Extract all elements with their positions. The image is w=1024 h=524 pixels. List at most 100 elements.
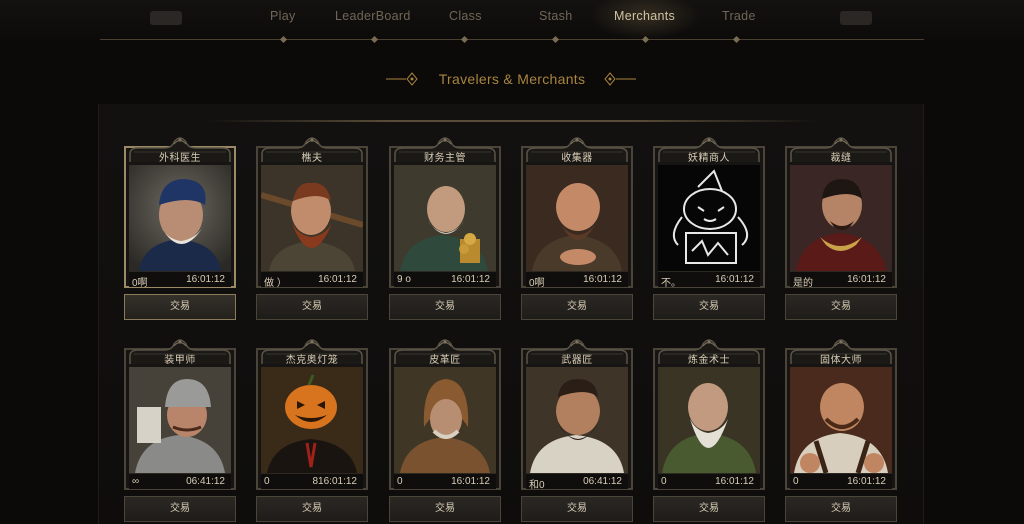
card-info-bar: 不。 16:01:12: [658, 271, 760, 289]
card-info-bar: 0 16:01:12: [790, 473, 892, 489]
nav-right-button[interactable]: [840, 11, 872, 25]
surgeon-portrait-icon: [129, 165, 231, 271]
merchant-portrait: [394, 367, 496, 473]
stock-count: 0: [397, 476, 403, 487]
tab-trade[interactable]: Trade: [722, 9, 756, 23]
restock-timer: 16:01:12: [847, 274, 886, 285]
panel-divider: [206, 120, 818, 122]
collector-portrait-icon: [526, 165, 628, 271]
tailor-portrait-icon: [790, 165, 892, 271]
nav-divider-dot: [279, 35, 288, 44]
woodsman-portrait-icon: [261, 165, 363, 271]
trade-button[interactable]: 交易: [653, 294, 765, 320]
merchant-portrait: [261, 367, 363, 473]
treasurer-portrait-icon: [394, 165, 496, 271]
card-info-bar: 0啊 16:01:12: [526, 271, 628, 289]
trade-button[interactable]: 交易: [653, 496, 765, 522]
merchant-name: 皮革匠: [429, 355, 461, 366]
merchant-name: 妖精商人: [688, 153, 730, 164]
stock-count: 做 ）: [264, 278, 287, 289]
tab-play[interactable]: Play: [270, 9, 296, 23]
trade-button[interactable]: 交易: [785, 496, 897, 522]
stock-count: 不。: [661, 278, 681, 289]
trade-button[interactable]: 交易: [785, 294, 897, 320]
tab-class[interactable]: Class: [449, 9, 482, 23]
tab-leaderboard[interactable]: LeaderBoard: [335, 9, 411, 23]
card-info-bar: 0 16:01:12: [658, 473, 760, 489]
card-info-bar: 做 ） 16:01:12: [261, 271, 363, 289]
card-info-bar: 9 o 16:01:12: [394, 271, 496, 287]
restock-timer: 16:01:12: [451, 274, 490, 285]
restock-timer: 06:41:12: [583, 476, 622, 487]
alchemist-portrait-icon: [658, 367, 760, 473]
nav-divider-dot: [370, 35, 379, 44]
trade-button[interactable]: 交易: [124, 496, 236, 522]
tab-stash[interactable]: Stash: [539, 9, 572, 23]
trade-button[interactable]: 交易: [124, 294, 236, 320]
trade-button[interactable]: 交易: [521, 496, 633, 522]
merchant-name: 外科医生: [159, 153, 201, 164]
stock-count: 0: [264, 476, 270, 487]
restock-timer: 816:01:12: [312, 476, 358, 487]
trade-button[interactable]: 交易: [256, 294, 368, 320]
section-title: Travelers & Merchants: [438, 71, 586, 87]
merchant-name: 炼金术士: [688, 355, 730, 366]
ornament-right-icon: [604, 72, 636, 86]
goblin-merchant-sketch-icon: [658, 165, 760, 271]
card-info-bar: 是的 16:01:12: [790, 271, 892, 289]
merchant-portrait: [658, 367, 760, 473]
merchant-name: 武器匠: [561, 355, 593, 366]
stock-count: 0啊: [529, 278, 545, 289]
restock-timer: 06:41:12: [186, 476, 225, 487]
tab-merchants[interactable]: Merchants: [614, 9, 675, 23]
merchant-name: 固体大师: [820, 355, 862, 366]
trade-button[interactable]: 交易: [256, 496, 368, 522]
merchant-name: 装甲师: [164, 355, 196, 366]
nav-divider-dot: [551, 35, 560, 44]
nav-divider-dot: [732, 35, 741, 44]
merchant-portrait: [129, 165, 231, 271]
merchant-portrait: [790, 165, 892, 271]
merchant-portrait: [129, 367, 231, 473]
restock-timer: 16:01:12: [451, 476, 490, 487]
card-info-bar: ∞ 06:41:12: [129, 473, 231, 489]
restock-timer: 16:01:12: [583, 274, 622, 285]
restock-timer: 16:01:12: [186, 274, 225, 285]
stock-count: 9 o: [397, 274, 411, 285]
nav-divider: [100, 39, 924, 40]
restock-timer: 16:01:12: [715, 476, 754, 487]
merchant-portrait: [526, 165, 628, 271]
top-navigation: Play LeaderBoard Class Stash Merchants T…: [0, 0, 1024, 44]
merchant-portrait: [658, 165, 760, 271]
merchant-name: 财务主管: [424, 153, 466, 164]
nav-left-button[interactable]: [150, 11, 182, 25]
merchant-name: 收集器: [561, 153, 593, 164]
stock-count: 是的: [793, 278, 813, 289]
jack-o-lantern-portrait-icon: [261, 367, 363, 473]
tavern-master-portrait-icon: [790, 367, 892, 473]
trade-button[interactable]: 交易: [389, 294, 501, 320]
merchant-portrait: [790, 367, 892, 473]
merchant-name: 杰克奥灯笼: [285, 355, 339, 366]
nav-divider-dot: [460, 35, 469, 44]
leathersmith-portrait-icon: [394, 367, 496, 473]
trade-button[interactable]: 交易: [521, 294, 633, 320]
merchant-name: 樵夫: [301, 153, 323, 164]
section-header: Travelers & Merchants: [0, 62, 1024, 96]
armourer-portrait-icon: [129, 367, 231, 473]
stock-count: 0: [793, 476, 799, 487]
restock-timer: 16:01:12: [847, 476, 886, 487]
trade-button[interactable]: 交易: [389, 496, 501, 522]
card-info-bar: 0 16:01:12: [394, 473, 496, 489]
weaponsmith-portrait-icon: [526, 367, 628, 473]
stock-count: 0: [661, 476, 667, 487]
card-info-bar: 0啊 16:01:12: [129, 271, 231, 289]
merchant-portrait: [394, 165, 496, 271]
stock-count: 和0: [529, 480, 545, 491]
card-info-bar: 0 816:01:12: [261, 473, 363, 489]
merchant-portrait: [526, 367, 628, 473]
merchant-name: 裁缝: [830, 153, 852, 164]
stock-count: 0啊: [132, 278, 148, 289]
merchant-portrait: [261, 165, 363, 271]
card-info-bar: 和0 06:41:12: [526, 473, 628, 491]
